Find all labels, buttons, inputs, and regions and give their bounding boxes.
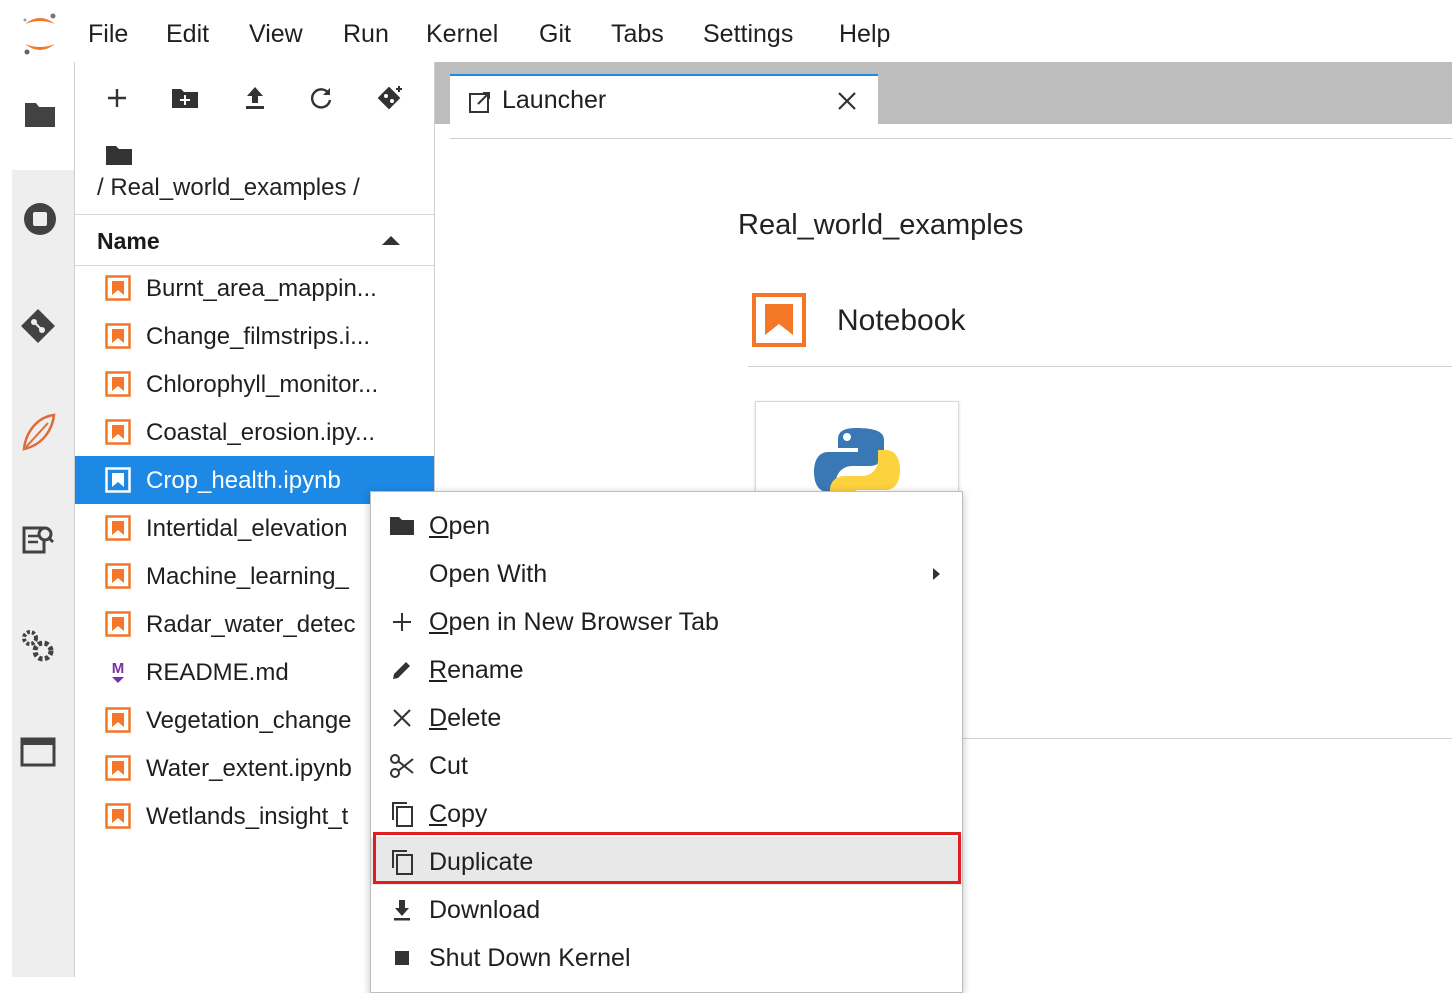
context-menu-item-delete[interactable]: Delete: [371, 693, 962, 741]
notebook-file-icon: [105, 563, 131, 589]
context-menu-item-open[interactable]: Open: [371, 501, 962, 549]
file-name: Wetlands_insight_t: [146, 803, 349, 830]
menu-settings[interactable]: Settings: [703, 20, 793, 49]
file-name: Coastal_erosion.ipy...: [146, 419, 376, 446]
close-icon[interactable]: [836, 90, 858, 112]
file-name: Radar_water_detec: [146, 611, 356, 638]
notebook-file-icon: [105, 323, 131, 349]
file-name: Water_extent.ipynb: [146, 755, 352, 782]
column-header-name[interactable]: Name: [97, 228, 160, 255]
notebook-file-icon: [105, 275, 131, 301]
scissors-icon: [388, 752, 416, 780]
context-menu-label: Download: [429, 896, 541, 924]
breadcrumb-home-folder-icon[interactable]: [105, 144, 133, 168]
menu-tabs[interactable]: Tabs: [611, 20, 664, 49]
notebook-file-icon: [105, 803, 131, 829]
submenu-arrow-icon: [933, 568, 940, 580]
menu-help[interactable]: Help: [839, 20, 890, 49]
refresh-icon[interactable]: [301, 80, 341, 116]
context-menu-label: Cut: [429, 752, 468, 780]
stop-icon: [388, 944, 416, 972]
notebook-file-icon: [105, 515, 131, 541]
context-menu-label: Delete: [429, 704, 502, 732]
context-menu-label: Copy: [429, 800, 488, 828]
git-clone-icon[interactable]: [370, 80, 410, 116]
running-sessions-icon[interactable]: [20, 199, 60, 239]
context-menu-item-rename[interactable]: Rename: [371, 645, 962, 693]
notebook-file-icon: [105, 467, 131, 493]
tabs-icon[interactable]: [18, 732, 58, 772]
context-menu-label: Rename: [429, 656, 524, 684]
file-context-menu: Open Open With Open in New Browser Tab Rena…: [370, 491, 963, 993]
jupyter-logo-icon[interactable]: [20, 10, 60, 56]
property-inspector-icon[interactable]: [18, 520, 58, 560]
folder-icon: [388, 512, 416, 540]
section-divider: [962, 738, 1452, 739]
markdown-file-icon: M: [105, 659, 131, 685]
context-menu-item-open-with[interactable]: Open With: [371, 549, 962, 597]
new-folder-icon[interactable]: [165, 80, 205, 116]
file-list-item[interactable]: Burnt_area_mappin...: [75, 264, 434, 312]
plus-icon: [388, 608, 416, 636]
main-tab-bar: Launcher: [435, 62, 1452, 140]
launcher-cwd-title: Real_world_examples: [738, 209, 1024, 241]
breadcrumb[interactable]: / Real_world_examples /: [97, 174, 360, 202]
launcher-tab-icon: [468, 90, 492, 114]
context-menu-item-copy[interactable]: Copy: [371, 789, 962, 837]
menu-kernel[interactable]: Kernel: [426, 20, 498, 49]
file-list-header[interactable]: Name: [75, 214, 434, 266]
tab-launcher[interactable]: Launcher: [450, 74, 878, 140]
notebook-icon: [752, 293, 806, 347]
context-menu-item-open-in-new-browser-tab[interactable]: Open in New Browser Tab: [371, 597, 962, 645]
menu-view[interactable]: View: [249, 20, 303, 49]
file-name: Machine_learning_: [146, 563, 349, 590]
menu-edit[interactable]: Edit: [166, 20, 209, 49]
tab-label: Launcher: [502, 86, 607, 114]
menu-run[interactable]: Run: [343, 20, 389, 49]
file-name: Intertidal_elevation: [146, 515, 348, 542]
menubar: File Edit View Run Kernel Git Tabs Setti…: [0, 0, 1452, 62]
notebook-file-icon: [105, 611, 131, 637]
notebook-file-icon: [105, 707, 131, 733]
context-menu-label: Open With: [429, 560, 548, 588]
notebook-file-icon: [105, 371, 131, 397]
svg-text:M: M: [112, 660, 125, 677]
gears-icon[interactable]: [18, 626, 58, 666]
context-menu-label: Shut Down Kernel: [429, 944, 631, 972]
git-icon[interactable]: [18, 306, 58, 346]
folder-icon[interactable]: [20, 94, 60, 134]
notebook-file-icon: [105, 755, 131, 781]
sort-ascending-icon: [382, 236, 400, 245]
file-name: Burnt_area_mappin...: [146, 275, 377, 302]
file-name: README.md: [146, 659, 289, 686]
menu-git[interactable]: Git: [539, 20, 571, 49]
file-list-item[interactable]: Change_filmstrips.i...: [75, 312, 434, 360]
upload-icon[interactable]: [235, 80, 275, 116]
file-name: Chlorophyll_monitor...: [146, 371, 379, 398]
file-name: Crop_health.ipynb: [146, 467, 341, 494]
context-menu-item-download[interactable]: Download: [371, 885, 962, 933]
launcher-section-notebook: Notebook: [837, 304, 966, 337]
menu-file[interactable]: File: [88, 20, 128, 49]
download-icon: [388, 896, 416, 924]
file-list-item[interactable]: Chlorophyll_monitor...: [75, 360, 434, 408]
file-name: Change_filmstrips.i...: [146, 323, 371, 350]
section-divider: [748, 366, 1452, 367]
context-menu-item-shut-down-kernel[interactable]: Shut Down Kernel: [371, 933, 962, 981]
file-name: Vegetation_change: [146, 707, 352, 734]
notebook-file-icon: [105, 419, 131, 445]
duplicate-highlight-box: [373, 832, 961, 884]
context-menu-label: Open in New Browser Tab: [429, 608, 719, 636]
new-launcher-plus-icon[interactable]: [97, 80, 137, 116]
file-list-item[interactable]: Coastal_erosion.ipy...: [75, 408, 434, 456]
copy-icon: [388, 800, 416, 828]
context-menu-item-cut[interactable]: Cut: [371, 741, 962, 789]
extension-leaf-icon[interactable]: [18, 412, 58, 452]
context-menu-label: Open: [429, 512, 491, 540]
pencil-icon: [388, 656, 416, 684]
x-icon: [388, 704, 416, 732]
